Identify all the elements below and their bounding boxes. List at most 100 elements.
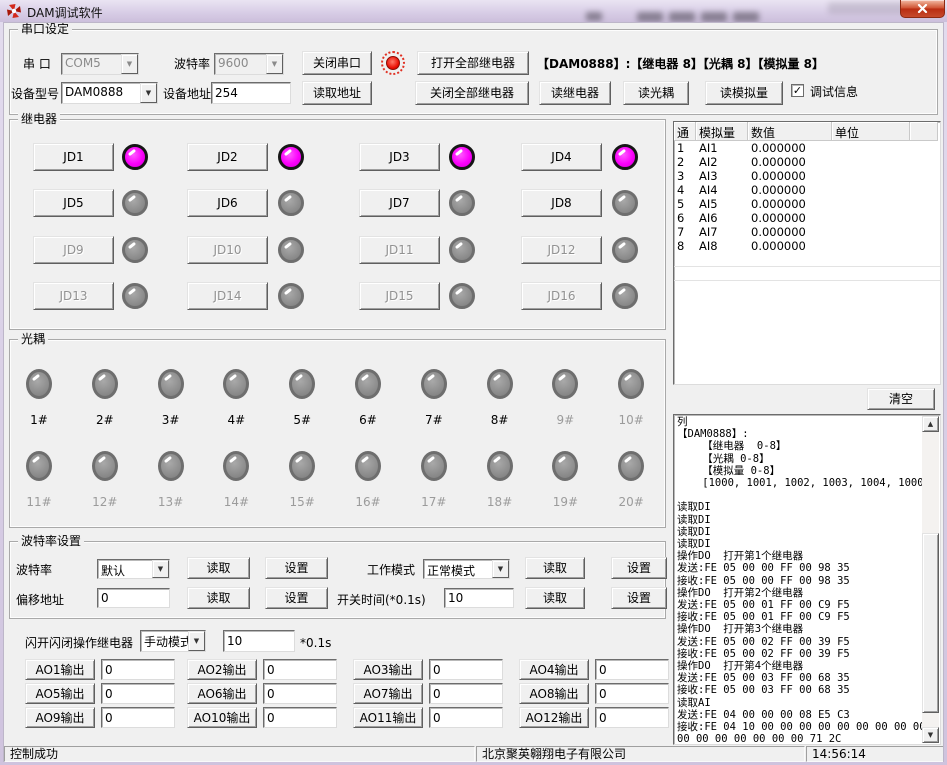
ao-input-7[interactable] (429, 683, 503, 704)
workmode-combo-value: 正常模式 (424, 560, 492, 578)
relay-button-jd15: JD15 (359, 282, 440, 310)
close-port-button[interactable]: 关闭串口 (302, 51, 372, 75)
relay-button-jd6[interactable]: JD6 (187, 189, 268, 217)
relay-group-title: 继电器 (18, 112, 60, 126)
workmode-read-button[interactable]: 读取 (525, 557, 585, 579)
analog-table-row[interactable]: 5AI50.000000 (674, 197, 940, 211)
analog-table-row[interactable]: 7AI70.000000 (674, 225, 940, 239)
read-analog-button[interactable]: 读模拟量 (705, 81, 783, 105)
offset-read-button[interactable]: 读取 (187, 587, 250, 609)
opto-led-17 (421, 451, 447, 481)
relay-led-jd3 (449, 144, 475, 170)
baudrate-read-button[interactable]: 读取 (187, 557, 250, 579)
analog-column-header[interactable]: 单位 (832, 122, 910, 141)
relay-led-jd11 (449, 237, 475, 263)
open-all-relays-button[interactable]: 打开全部继电器 (417, 51, 529, 75)
switchtime-set-button[interactable]: 设置 (611, 587, 667, 609)
ao-button-3[interactable]: AO3输出 (353, 659, 423, 680)
offset-set-button[interactable]: 设置 (265, 587, 328, 609)
ao-button-7[interactable]: AO7输出 (353, 683, 423, 704)
analog-cell (910, 169, 938, 183)
analog-cell (832, 169, 910, 183)
debug-info-checkbox[interactable]: ✓ (791, 84, 804, 97)
analog-cell: 7 (674, 225, 696, 239)
relay-button-jd2[interactable]: JD2 (187, 143, 268, 171)
titlebar[interactable]: DAM调试软件 (0, 0, 947, 22)
relay-button-jd4[interactable]: JD4 (521, 143, 602, 171)
ao-button-4[interactable]: AO4输出 (519, 659, 589, 680)
ao-button-6[interactable]: AO6输出 (187, 683, 257, 704)
analog-cell: 1 (674, 141, 696, 155)
analog-column-header[interactable]: 通 (674, 122, 696, 141)
baudrate-set-button[interactable]: 设置 (265, 557, 328, 579)
relay-button-jd1[interactable]: JD1 (33, 143, 114, 171)
ao-button-5[interactable]: AO5输出 (25, 683, 95, 704)
app-icon (6, 3, 22, 19)
switchtime-read-button[interactable]: 读取 (525, 587, 585, 609)
glass-blur-artifact (586, 12, 602, 21)
opto-label-17: 17# (412, 495, 456, 509)
device-model-value: DAM0888 (62, 83, 140, 103)
device-address-input[interactable] (211, 82, 291, 104)
opto-label-19: 19# (543, 495, 587, 509)
scroll-up-icon[interactable]: ▲ (922, 416, 939, 432)
relay-led-jd14 (278, 283, 304, 309)
ao-input-8[interactable] (595, 683, 669, 704)
ao-button-9[interactable]: AO9输出 (25, 707, 95, 728)
analog-table-row[interactable]: 2AI20.000000 (674, 155, 940, 169)
ao-input-9[interactable] (101, 707, 175, 728)
ao-button-11[interactable]: AO11输出 (353, 707, 423, 728)
relay-button-jd7[interactable]: JD7 (359, 189, 440, 217)
ao-button-10[interactable]: AO10输出 (187, 707, 257, 728)
analog-cell (910, 239, 938, 253)
ao-input-2[interactable] (263, 659, 337, 680)
ao-input-10[interactable] (263, 707, 337, 728)
ao-button-1[interactable]: AO1输出 (25, 659, 95, 680)
offset-address-input[interactable] (97, 588, 170, 608)
baudrate-combo-value: 默认 (98, 560, 152, 578)
ao-input-3[interactable] (429, 659, 503, 680)
read-relays-button[interactable]: 读继电器 (539, 81, 611, 105)
clear-log-button[interactable]: 清空 (867, 388, 935, 410)
analog-table-row[interactable]: 3AI30.000000 (674, 169, 940, 183)
baudrate-combo[interactable]: 默认 ▼ (97, 559, 170, 579)
ao-button-12[interactable]: AO12输出 (519, 707, 589, 728)
workmode-set-button[interactable]: 设置 (611, 557, 667, 579)
relay-button-jd5[interactable]: JD5 (33, 189, 114, 217)
workmode-combo[interactable]: 正常模式 ▼ (423, 559, 510, 579)
ao-input-11[interactable] (429, 707, 503, 728)
ao-input-12[interactable] (595, 707, 669, 728)
opto-label-18: 18# (478, 495, 522, 509)
flash-time-input[interactable] (223, 630, 295, 652)
close-button[interactable] (900, 0, 945, 18)
analog-column-header[interactable] (910, 122, 938, 141)
log-scrollbar[interactable]: ▲ ▼ (922, 416, 939, 743)
analog-cell (910, 141, 938, 155)
read-address-button[interactable]: 读取地址 (302, 81, 372, 105)
analog-table-row[interactable]: 1AI10.000000 (674, 141, 940, 155)
relay-button-jd8[interactable]: JD8 (521, 189, 602, 217)
analog-table-row[interactable]: 4AI40.000000 (674, 183, 940, 197)
empty-row (674, 253, 940, 267)
log-text: 列 【DAM0888】: 【继电器 0-8】 【光耦 0-8】 【模拟量 0-8… (677, 416, 921, 744)
baud-combo-value: 9600 (215, 54, 266, 74)
ao-input-1[interactable] (101, 659, 175, 680)
analog-column-header[interactable]: 模拟量 (696, 122, 748, 141)
ao-input-5[interactable] (101, 683, 175, 704)
analog-table-row[interactable]: 8AI80.000000 (674, 239, 940, 253)
analog-column-header[interactable]: 数值 (748, 122, 832, 141)
analog-cell: 0.000000 (748, 239, 832, 253)
switch-time-input[interactable] (444, 588, 514, 608)
flash-mode-combo[interactable]: 手动模式 ▼ (140, 630, 206, 652)
device-model-combo[interactable]: DAM0888 ▼ (61, 82, 158, 104)
ao-button-2[interactable]: AO2输出 (187, 659, 257, 680)
relay-button-jd3[interactable]: JD3 (359, 143, 440, 171)
analog-table-row[interactable]: 6AI60.000000 (674, 211, 940, 225)
ao-button-8[interactable]: AO8输出 (519, 683, 589, 704)
scroll-down-icon[interactable]: ▼ (922, 727, 939, 743)
scrollbar-thumb[interactable] (922, 533, 939, 713)
ao-input-4[interactable] (595, 659, 669, 680)
close-all-relays-button[interactable]: 关闭全部继电器 (415, 81, 529, 105)
read-opto-button[interactable]: 读光耦 (623, 81, 689, 105)
ao-input-6[interactable] (263, 683, 337, 704)
